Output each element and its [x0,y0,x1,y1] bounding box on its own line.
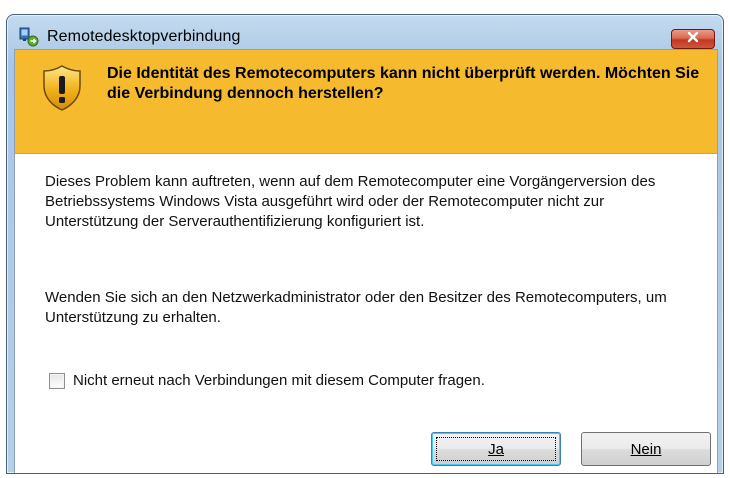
dialog-content: Dieses Problem kann auftreten, wenn auf … [15,154,717,473]
warning-banner: Die Identität des Remotecomputers kann n… [15,50,717,154]
dont-ask-again-checkbox[interactable] [49,372,65,389]
dialog-client-area: Die Identität des Remotecomputers kann n… [14,49,718,473]
close-icon [686,30,700,48]
close-button[interactable] [671,29,715,49]
remote-desktop-icon [19,27,39,47]
description-paragraph: Dieses Problem kann auftreten, wenn auf … [45,173,656,230]
yes-button-label: Ja [488,440,504,458]
window-title: Remotedesktopverbindung [47,28,241,45]
warning-shield-icon [41,64,83,112]
dont-ask-again-label[interactable]: Nicht erneut nach Verbindungen mit diese… [73,372,485,389]
no-button-label: Nein [630,440,662,458]
no-button[interactable]: Nein [581,432,711,466]
help-paragraph: Wenden Sie sich an den Netzwerkadministr… [45,289,667,326]
dont-ask-again-option[interactable]: Nicht erneut nach Verbindungen mit diese… [49,372,485,389]
yes-button[interactable]: Ja [431,432,561,466]
warning-title: Die Identität des Remotecomputers kann n… [107,65,700,102]
dialog-window: Remotedesktopverbindung Die Identität de… [6,14,724,474]
